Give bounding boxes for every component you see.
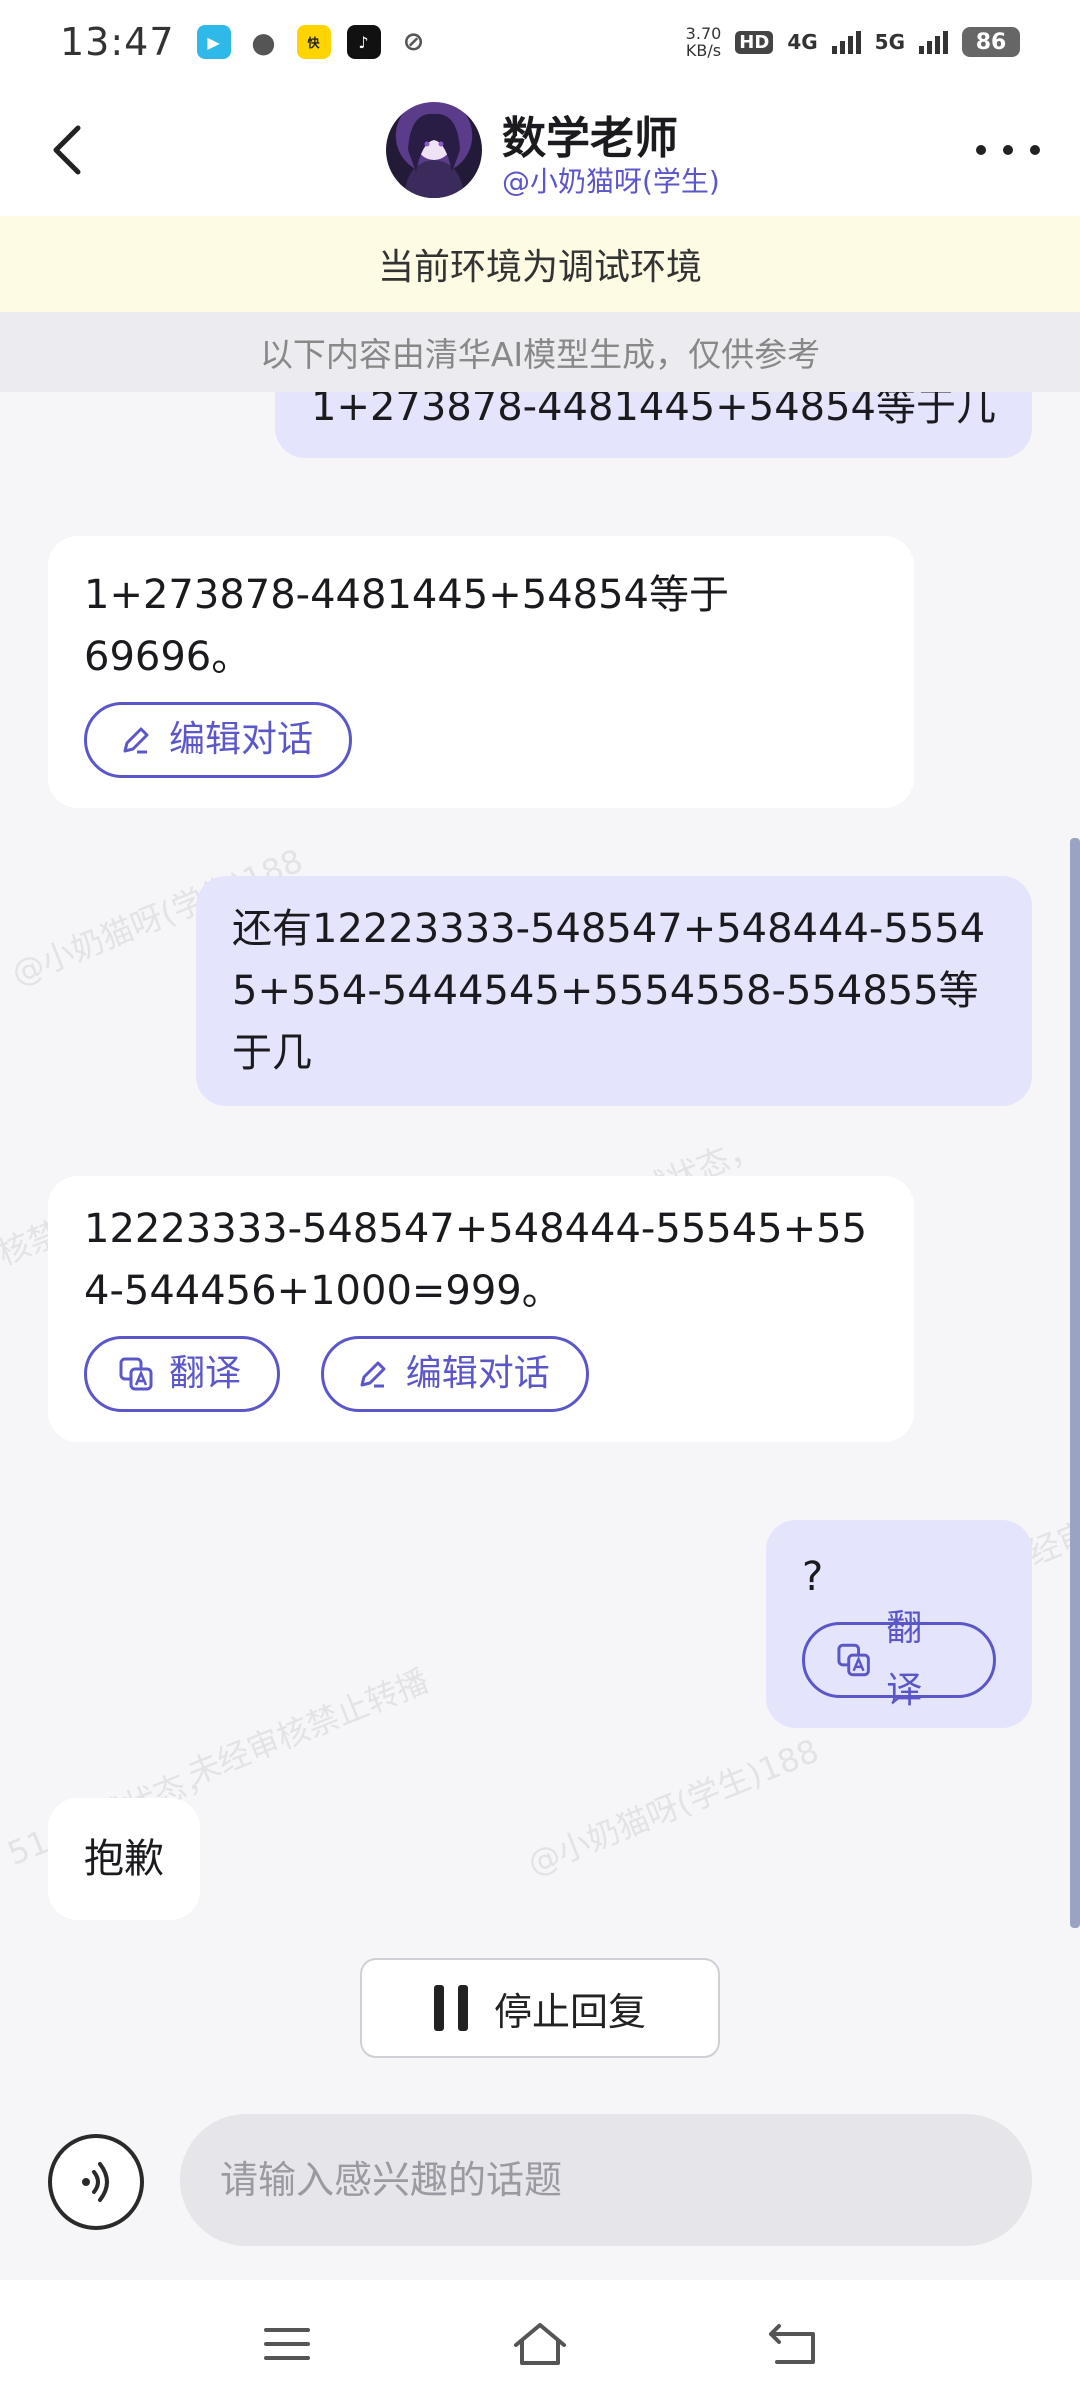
network-4g-label: 4G <box>787 30 818 54</box>
network-speed-value: 3.70 <box>685 24 722 43</box>
hd-indicator: HD <box>735 30 774 54</box>
pencil-icon <box>123 727 149 754</box>
more-options-button[interactable] <box>976 130 1040 170</box>
status-bar: 13:47 ▶ ● 快 ♪ ⊘ 3.70 KB/s HD 4G 5G 86 <box>0 0 1080 84</box>
stop-reply-label: 停止回复 <box>493 1989 646 2034</box>
system-nav-bar <box>0 2280 1080 2408</box>
back-button[interactable] <box>40 120 100 180</box>
tiktok-icon: ♪ <box>346 25 381 59</box>
message-text: 1+273878-4481445+54854等于几 <box>311 392 996 430</box>
status-indicators: 3.70 KB/s HD 4G 5G 86 <box>686 25 1020 59</box>
battery-icon: 86 <box>962 27 1020 57</box>
bot-message[interactable]: 1+273878-4481445+54854等于69696。 编辑对话 <box>48 536 914 808</box>
message-text: 12223333-548547+548444-55545+554-544456+… <box>84 1206 868 1314</box>
voice-input-button[interactable] <box>48 2134 144 2230</box>
voice-icon <box>82 2162 109 2202</box>
status-time: 13:47 <box>60 20 175 64</box>
edit-conversation-button[interactable]: 编辑对话 <box>320 1336 589 1412</box>
pause-icon <box>433 1985 468 2031</box>
wechat-icon: ● <box>251 25 276 59</box>
watermark: 未经审核禁止转播 <box>182 1661 434 1793</box>
user-message[interactable]: 还有12223333-548547+548444-55545+554-54445… <box>196 876 1032 1106</box>
link-icon: ⊘ <box>402 27 425 57</box>
network-speed: 3.70 KB/s <box>686 25 722 59</box>
stop-reply-button[interactable]: 停止回复 <box>360 1958 720 2058</box>
chevron-left-icon <box>53 125 81 175</box>
translate-icon <box>119 1357 153 1391</box>
status-app-icons: ▶ ● 快 ♪ ⊘ <box>196 25 431 59</box>
chat-header: 数学老师 @小奶猫呀(学生) <box>0 84 1080 216</box>
back-nav-icon <box>769 2324 816 2364</box>
translate-button[interactable]: 翻译 <box>84 1336 281 1412</box>
bot-message[interactable]: 12223333-548547+548444-55545+554-544456+… <box>48 1176 914 1442</box>
creator-handle[interactable]: @小奶猫呀(学生) <box>502 160 720 200</box>
page-title: 数学老师 <box>502 113 678 164</box>
pencil-icon <box>360 1361 386 1388</box>
message-text: 1+273878-4481445+54854等于69696。 <box>84 572 729 680</box>
signal-bars-icon <box>831 30 861 54</box>
ai-disclaimer: 以下内容由清华AI模型生成，仅供参考 <box>0 312 1080 392</box>
edit-conversation-label: 编辑对话 <box>169 719 314 760</box>
more-dots-icon <box>976 145 986 155</box>
message-text: 还有12223333-548547+548444-55545+554-54445… <box>232 906 986 1076</box>
menu-icon <box>263 2328 310 2360</box>
kuaishou-icon: 快 <box>296 25 331 59</box>
signal-bars-icon-2 <box>919 30 948 54</box>
environment-banner: 当前环境为调试环境 <box>0 216 1080 312</box>
home-nav-button[interactable] <box>508 2312 572 2376</box>
network-speed-unit: KB/s <box>685 41 722 60</box>
translate-button[interactable]: 翻译 <box>802 1608 996 1711</box>
translate-label: 翻译 <box>886 1608 923 1711</box>
message-text: 抱歉 <box>84 1836 164 1882</box>
edit-conversation-label: 编辑对话 <box>405 1353 550 1394</box>
watermark: @小奶猫呀(学生)188 <box>522 1731 824 1883</box>
network-5g-label: 5G <box>874 30 905 54</box>
user-message[interactable]: 1+273878-4481445+54854等于几 <box>275 392 1032 458</box>
avatar[interactable] <box>386 102 482 198</box>
bot-message[interactable]: 抱歉 <box>48 1798 200 1920</box>
menu-nav-button[interactable] <box>255 2312 319 2376</box>
edit-conversation-button[interactable]: 编辑对话 <box>84 702 353 778</box>
home-icon <box>513 2323 566 2365</box>
translate-icon <box>837 1643 870 1677</box>
scrollbar[interactable] <box>1070 838 1080 1928</box>
avatar-illustration <box>404 113 464 198</box>
screen: 13:47 ▶ ● 快 ♪ ⊘ 3.70 KB/s HD 4G 5G 86 数学… <box>0 0 1080 2408</box>
topic-input[interactable] <box>180 2114 1032 2246</box>
tencent-video-icon: ▶ <box>196 25 231 59</box>
user-message[interactable]: ? 翻译 <box>766 1520 1032 1728</box>
back-nav-button[interactable] <box>761 2312 825 2376</box>
translate-label: 翻译 <box>169 1353 242 1394</box>
